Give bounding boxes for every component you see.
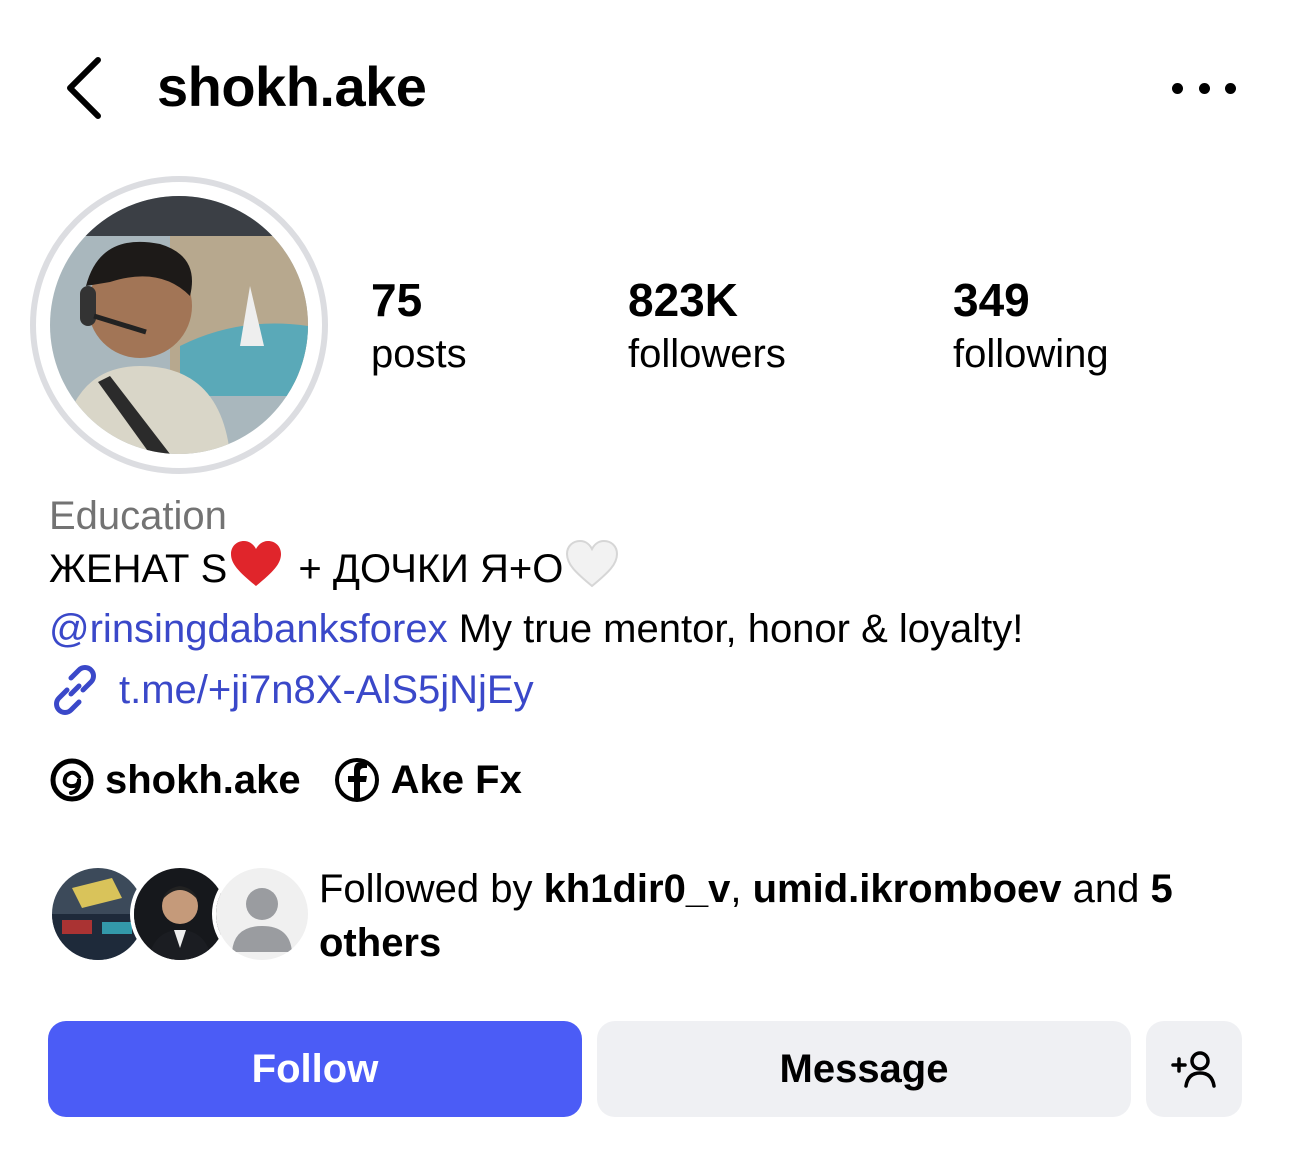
avatar[interactable] bbox=[50, 196, 308, 454]
profile-bio: Education ЖЕНАТ S + ДОЧКИ Я+О @rinsingda… bbox=[49, 492, 1249, 656]
page-title: shokh.ake bbox=[157, 55, 427, 118]
following-label: following bbox=[953, 332, 1109, 376]
back-button[interactable] bbox=[58, 52, 114, 124]
bio-line-1: ЖЕНАТ S + ДОЧКИ Я+О bbox=[49, 539, 1249, 602]
facebook-name: Ake Fx bbox=[390, 757, 522, 802]
mutual-followers[interactable]: Followed by kh1dir0_v, umid.ikromboev an… bbox=[48, 862, 1248, 972]
bio-text-b: + ДОЧКИ Я+О bbox=[287, 547, 564, 591]
following-stat[interactable]: 349 following bbox=[953, 272, 1109, 380]
default-avatar-icon bbox=[212, 864, 312, 964]
bio-line-2: @rinsingdabanksforex My true mentor, hon… bbox=[49, 602, 1249, 656]
profile-category: Education bbox=[49, 494, 227, 538]
following-count: 349 bbox=[953, 274, 1030, 326]
threads-link[interactable]: shokh.ake bbox=[49, 757, 301, 803]
message-button[interactable]: Message bbox=[597, 1021, 1131, 1117]
follow-button[interactable]: Follow bbox=[48, 1021, 582, 1117]
followed-by-text: Followed by kh1dir0_v, umid.ikromboev an… bbox=[319, 867, 1173, 965]
white-heart-icon bbox=[565, 539, 619, 602]
red-heart-icon bbox=[229, 540, 283, 602]
posts-label: posts bbox=[371, 332, 467, 376]
followers-label: followers bbox=[628, 332, 786, 376]
bio-mention-link[interactable]: @rinsingdabanksforex bbox=[49, 607, 448, 651]
external-link[interactable]: t.me/+ji7n8X-AlS5jNjEy bbox=[49, 664, 534, 716]
more-horizontal-icon bbox=[1172, 82, 1183, 94]
facebook-icon bbox=[334, 758, 379, 802]
posts-stat[interactable]: 75 posts bbox=[371, 272, 467, 380]
followers-stat[interactable]: 823K followers bbox=[628, 272, 786, 380]
add-user-icon bbox=[1171, 1051, 1216, 1088]
social-links: shokh.ake Ake Fx bbox=[49, 756, 554, 804]
posts-count: 75 bbox=[371, 274, 423, 326]
suggested-users-button[interactable] bbox=[1146, 1021, 1242, 1117]
mutual-user-2[interactable]: umid.ikromboev bbox=[753, 867, 1062, 911]
followers-count: 823K bbox=[628, 274, 738, 326]
mutual-avatars bbox=[48, 862, 312, 966]
bio-text-c: My true mentor, honor & loyalty! bbox=[447, 607, 1024, 651]
link-icon bbox=[54, 665, 96, 715]
profile-avatar-ring[interactable] bbox=[30, 176, 328, 474]
facebook-link[interactable]: Ake Fx bbox=[333, 756, 522, 804]
mutual-user-1[interactable]: kh1dir0_v bbox=[544, 867, 731, 911]
profile-header: shokh.ake bbox=[0, 0, 1290, 180]
bio-text-a: ЖЕНАТ S bbox=[49, 547, 228, 591]
threads-icon bbox=[50, 758, 94, 802]
link-text[interactable]: t.me/+ji7n8X-AlS5jNjEy bbox=[119, 668, 534, 713]
profile-actions: Follow Message bbox=[48, 1021, 1242, 1117]
chevron-left-icon bbox=[67, 57, 101, 119]
more-options-button[interactable] bbox=[1172, 70, 1236, 106]
threads-handle: shokh.ake bbox=[105, 757, 301, 802]
